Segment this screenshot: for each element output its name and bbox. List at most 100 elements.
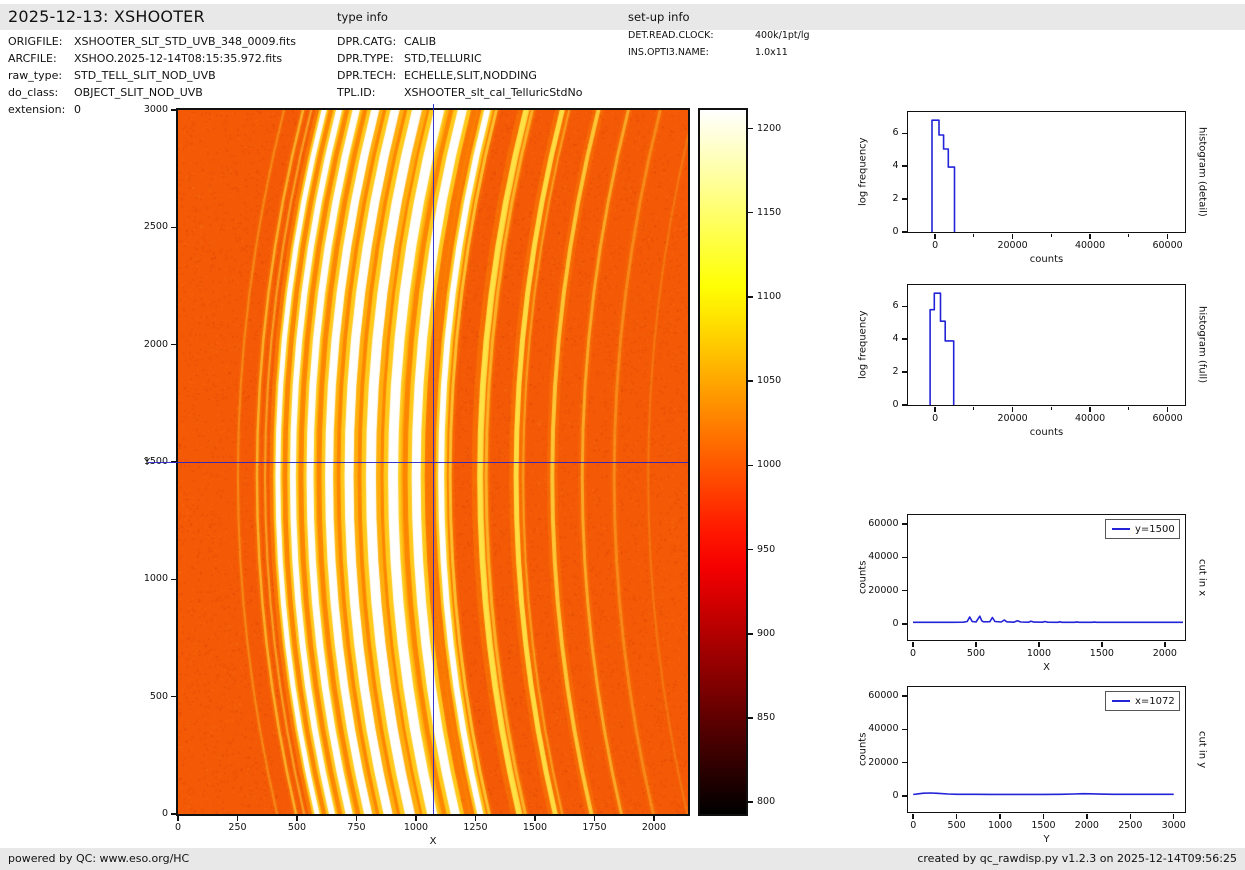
y-tick (902, 338, 907, 340)
cut-y-legend: x=1072 (1105, 691, 1180, 711)
colorbar-tick-label: 1200 (757, 123, 797, 134)
colorbar-tick (748, 549, 753, 551)
x-tick (1089, 234, 1091, 239)
y-tick (902, 557, 907, 559)
colorbar: 800 850 900 950 1000 1050 1100 1150 1200 (700, 110, 746, 814)
crosshair-vertical-line (433, 104, 434, 814)
y-axis-label: log frequency (856, 112, 870, 232)
y-axis-label: counts (856, 687, 870, 812)
x-axis-label: X (178, 836, 688, 847)
plots-area: 0 250 500 750 1000 1250 1500 1750 2000 0 500 1000 15… (0, 0, 1245, 870)
x-tick (934, 407, 936, 412)
x-tick (1164, 642, 1166, 647)
colorbar-tick-label: 1100 (757, 291, 797, 302)
x-tick (1012, 234, 1014, 239)
y-tick (171, 579, 176, 581)
colorbar-frame (698, 108, 748, 816)
y-tick (171, 227, 176, 229)
y-tick (902, 795, 907, 797)
hist-full-data-line (908, 285, 1185, 405)
x-tick-label: 20000 (987, 240, 1039, 251)
right-side-label: histogram (detail) (1195, 112, 1209, 232)
colorbar-tick-label: 1050 (757, 375, 797, 386)
y-tick (902, 306, 907, 308)
y-tick (902, 695, 907, 697)
y-tick (902, 590, 907, 592)
x-minor-tick (1051, 407, 1052, 410)
x-minor-tick (1128, 407, 1129, 410)
hist-detail-data-line (908, 112, 1185, 232)
colorbar-tick-label: 900 (757, 628, 797, 639)
x-tick-label: 0 (909, 240, 961, 251)
x-tick-label: 2000 (1139, 648, 1191, 659)
x-tick (956, 814, 958, 819)
y-tick (902, 165, 907, 167)
x-tick (475, 816, 477, 821)
x-tick-label: 750 (330, 822, 382, 833)
y-tick (902, 133, 907, 135)
hist-full: 0 20000 40000 60000 0 2 4 6 counts log frequency h… (908, 285, 1185, 405)
legend-line-sample (1112, 528, 1130, 530)
x-tick-label: 40000 (1064, 240, 1116, 251)
x-tick (356, 816, 358, 821)
x-tick-label: 40000 (1064, 413, 1116, 424)
x-minor-tick (1128, 234, 1129, 237)
x-tick-label: 1750 (568, 822, 620, 833)
right-side-label: histogram (full) (1195, 285, 1209, 405)
legend-label: x=1072 (1135, 696, 1175, 707)
y-tick (171, 344, 176, 346)
x-axis-label: X (908, 662, 1185, 673)
footer-bar: powered by QC: www.eso.org/HC created by… (0, 848, 1245, 870)
right-side-label: cut in x (1195, 515, 1209, 640)
x-tick (1089, 407, 1091, 412)
x-tick-label: 2000 (628, 822, 680, 833)
x-tick (296, 816, 298, 821)
colorbar-tick (748, 633, 753, 635)
y-tick (902, 623, 907, 625)
x-tick (975, 642, 977, 647)
x-tick (594, 816, 596, 821)
x-tick (1173, 814, 1175, 819)
x-tick (237, 816, 239, 821)
x-tick (1167, 234, 1169, 239)
colorbar-tick-label: 800 (757, 796, 797, 807)
y-tick (171, 813, 176, 815)
y-tick (902, 404, 907, 406)
colorbar-tick (748, 380, 753, 382)
x-tick (1086, 814, 1088, 819)
x-minor-tick (1051, 234, 1052, 237)
x-tick (1101, 642, 1103, 647)
x-tick-label: 60000 (1142, 240, 1194, 251)
x-axis-label: counts (908, 427, 1185, 438)
x-tick-label: 0 (887, 648, 939, 659)
colorbar-tick (748, 801, 753, 803)
y-tick (902, 198, 907, 200)
x-tick (1038, 642, 1040, 647)
y-axis-label: counts (856, 515, 870, 640)
main-image: 0 250 500 750 1000 1250 1500 1750 2000 0 500 1000 15… (178, 110, 688, 814)
x-tick (1012, 407, 1014, 412)
footer-right-text: created by qc_rawdisp.py v1.2.3 on 2025-… (917, 852, 1237, 865)
x-tick (1167, 407, 1169, 412)
colorbar-tick (748, 296, 753, 298)
x-tick (1043, 814, 1045, 819)
x-minor-tick (973, 407, 974, 410)
x-tick (415, 816, 417, 821)
y-tick (902, 762, 907, 764)
y-tick (902, 523, 907, 525)
y-tick (902, 729, 907, 731)
y-tick (171, 696, 176, 698)
right-side-label: cut in y (1195, 687, 1209, 812)
colorbar-tick (748, 465, 753, 467)
x-tick-label: 1000 (390, 822, 442, 833)
y-axis-label: log frequency (856, 285, 870, 405)
qc-report-page: { "header": { "title": "2025-12-13: XSHO… (0, 0, 1245, 870)
x-tick (177, 816, 179, 821)
x-tick-label: 60000 (1142, 413, 1194, 424)
x-tick-label: 250 (211, 822, 263, 833)
x-tick-label: 500 (271, 822, 323, 833)
y-tick (171, 109, 176, 111)
x-tick (1130, 814, 1132, 819)
x-tick (934, 234, 936, 239)
x-tick-label: 1500 (1076, 648, 1128, 659)
